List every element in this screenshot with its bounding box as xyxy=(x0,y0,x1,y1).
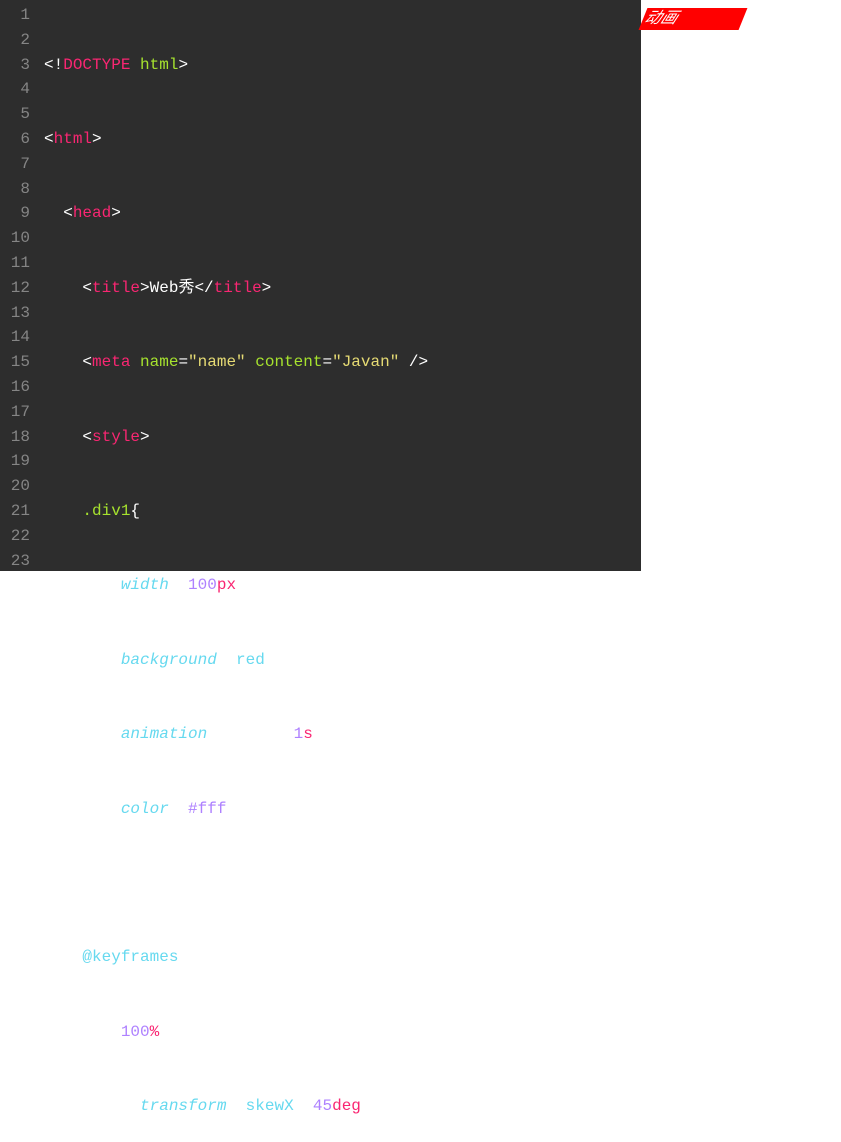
line-number: 17 xyxy=(0,400,30,425)
line-number: 11 xyxy=(0,251,30,276)
code-line: background: red; xyxy=(44,648,641,673)
line-number: 16 xyxy=(0,375,30,400)
line-number: 2 xyxy=(0,28,30,53)
line-number: 20 xyxy=(0,474,30,499)
code-line: @keyframes second{ xyxy=(44,945,641,970)
code-line: <style> xyxy=(44,425,641,450)
line-number: 8 xyxy=(0,177,30,202)
line-number: 22 xyxy=(0,524,30,549)
line-number: 13 xyxy=(0,301,30,326)
line-number: 12 xyxy=(0,276,30,301)
code-line: <html> xyxy=(44,127,641,152)
line-number-gutter: 1 2 3 4 5 6 7 8 9 10 11 12 13 14 15 16 1… xyxy=(0,0,40,571)
line-number: 6 xyxy=(0,127,30,152)
code-line: color: #fff; xyxy=(44,797,641,822)
code-line: .div1{ xyxy=(44,499,641,524)
line-number: 7 xyxy=(0,152,30,177)
code-line: } xyxy=(44,871,641,896)
code-line: animation: second 1s infinite; xyxy=(44,722,641,747)
line-number: 15 xyxy=(0,350,30,375)
code-line: <head> xyxy=(44,201,641,226)
line-number: 4 xyxy=(0,77,30,102)
code-line: <title>Web秀</title> xyxy=(44,276,641,301)
line-number: 19 xyxy=(0,449,30,474)
code-line: 100% { xyxy=(44,1020,641,1045)
line-number: 18 xyxy=(0,425,30,450)
line-number: 1 xyxy=(0,3,30,28)
line-number: 21 xyxy=(0,499,30,524)
code-line: <!DOCTYPE html> xyxy=(44,53,641,78)
preview-pane: 动画 xyxy=(641,0,841,571)
code-editor[interactable]: 1 2 3 4 5 6 7 8 9 10 11 12 13 14 15 16 1… xyxy=(0,0,641,571)
code-line: width: 100px; xyxy=(44,573,641,598)
code-line: <meta name="name" content="Javan" /> xyxy=(44,350,641,375)
animated-div: 动画 xyxy=(639,8,748,30)
line-number: 23 xyxy=(0,549,30,574)
line-number: 14 xyxy=(0,325,30,350)
code-line-current: transform: skewX(-45deg); xyxy=(40,1094,641,1119)
line-number: 3 xyxy=(0,53,30,78)
line-number: 5 xyxy=(0,102,30,127)
line-number: 10 xyxy=(0,226,30,251)
line-number: 9 xyxy=(0,201,30,226)
code-area[interactable]: <!DOCTYPE html> <html> <head> <title>Web… xyxy=(40,0,641,571)
